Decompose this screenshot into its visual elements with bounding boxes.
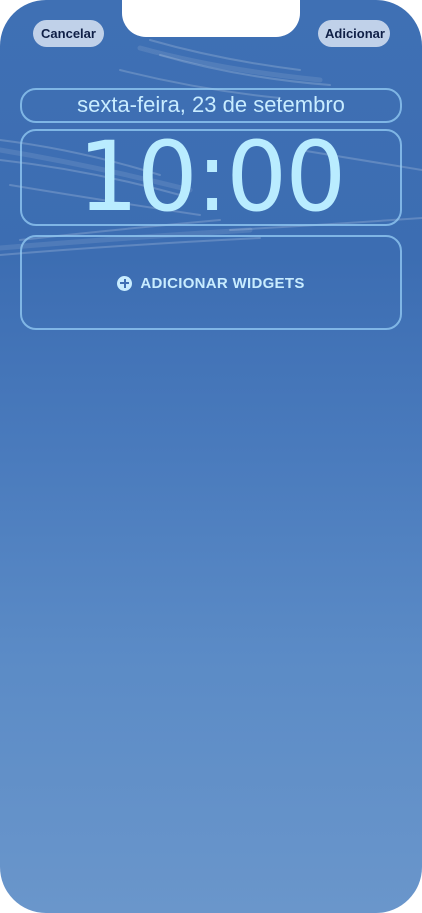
add-widgets-label: ADICIONAR WIDGETS: [140, 274, 305, 292]
device-notch: [122, 0, 300, 37]
add-widgets-button[interactable]: ADICIONAR WIDGETS: [22, 273, 400, 293]
add-widgets-area[interactable]: ADICIONAR WIDGETS: [20, 235, 402, 330]
date-widget-frame[interactable]: sexta-feira, 23 de setembro: [20, 88, 402, 123]
lock-screen-editor: Cancelar Adicionar sexta-feira, 23 de se…: [0, 0, 422, 913]
add-button[interactable]: Adicionar: [318, 20, 390, 47]
plus-circle-icon: [117, 275, 133, 291]
cancel-button[interactable]: Cancelar: [33, 20, 104, 47]
date-label: sexta-feira, 23 de setembro: [77, 92, 345, 117]
clock-frame[interactable]: 10:00: [20, 121, 402, 233]
clock-time: 10:00: [77, 121, 347, 233]
